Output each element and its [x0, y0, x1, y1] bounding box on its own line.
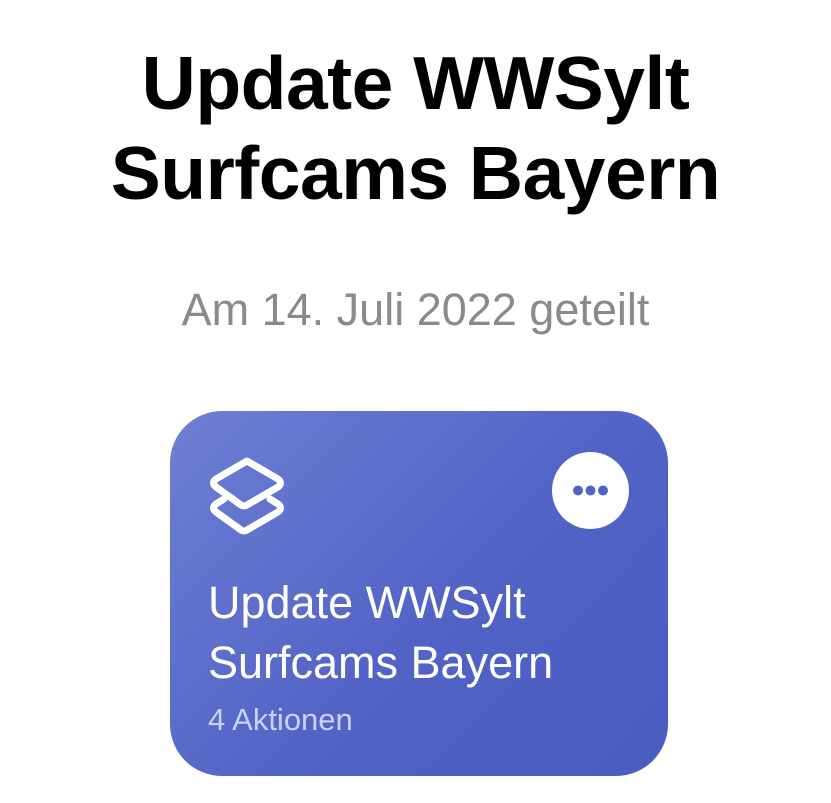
shortcut-card-title-line-2: Surfcams Bayern [208, 637, 554, 688]
more-options-button[interactable] [552, 452, 629, 529]
shortcut-share-page: Update WWSylt Surfcams Bayern Am 14. Jul… [0, 0, 831, 803]
shortcuts-layers-icon [206, 455, 288, 537]
shortcut-action-count: 4 Aktionen [208, 702, 353, 737]
page-title-line-1: Update WWSylt [141, 41, 690, 125]
ellipsis-icon [573, 485, 608, 496]
page-title-line-2: Surfcams Bayern [110, 131, 721, 215]
shared-date-label: Am 14. Juli 2022 geteilt [181, 284, 650, 335]
shortcut-card-title: Update WWSylt Surfcams Bayern [208, 573, 658, 693]
page-title: Update WWSylt Surfcams Bayern [0, 38, 831, 218]
shortcut-card-title-line-1: Update WWSylt [208, 577, 526, 628]
